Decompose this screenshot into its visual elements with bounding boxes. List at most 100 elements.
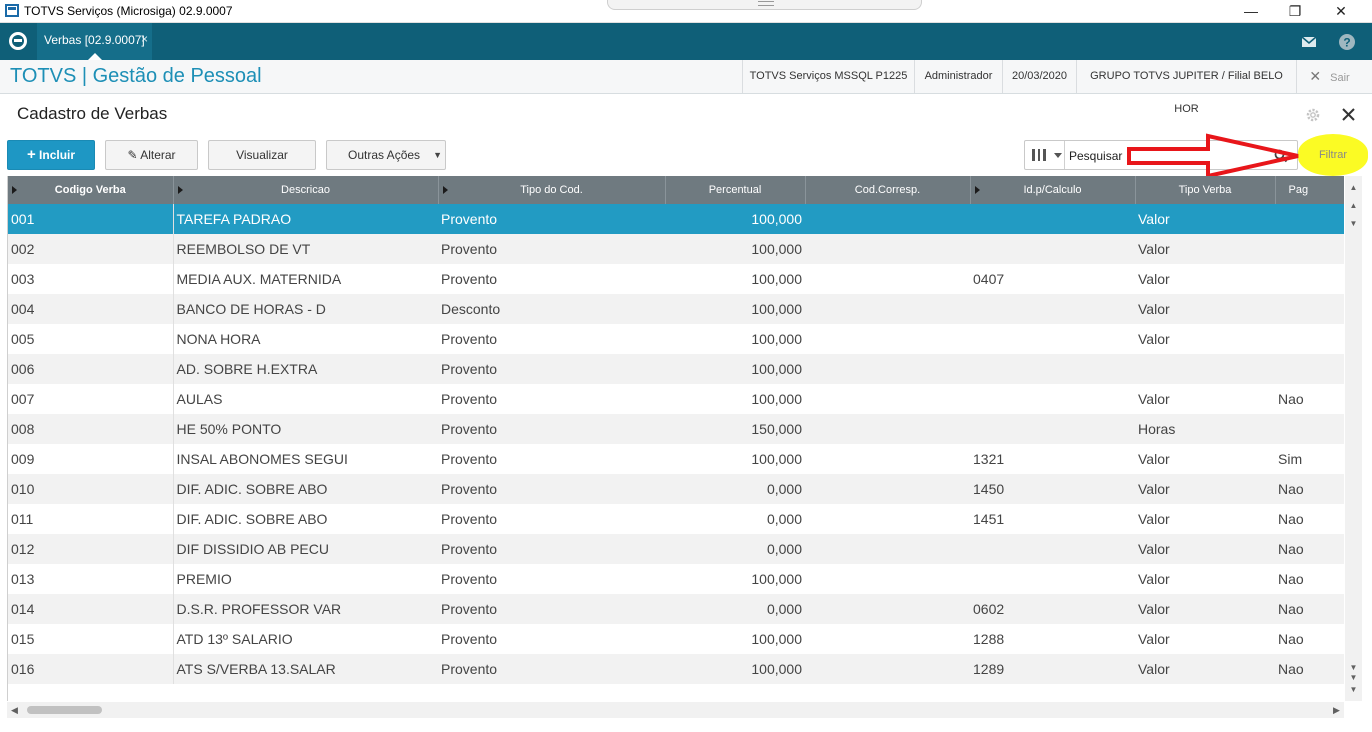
cell-tipo-cod: Provento	[438, 534, 665, 564]
column-header-pag[interactable]: Pag	[1275, 176, 1344, 204]
sort-arrow-icon	[442, 186, 448, 194]
environment-label: TOTVS Serviços MSSQL P1225	[742, 60, 914, 93]
table-row[interactable]: 007 AULAS Provento 100,000 Valor Nao	[8, 384, 1344, 414]
table-row[interactable]: 013 PREMIO Provento 100,000 Valor Nao	[8, 564, 1344, 594]
cell-tipo-cod: Provento	[438, 354, 665, 384]
svg-text:?: ?	[1343, 36, 1350, 50]
cell-codigo: 011	[8, 504, 174, 534]
cell-descricao: TAREFA PADRAO	[173, 204, 438, 234]
scroll-right-icon[interactable]: ▶	[1333, 705, 1340, 716]
table-row[interactable]: 009 INSAL ABONOMES SEGUI Provento 100,000 13…	[8, 444, 1344, 474]
table-row[interactable]: 014 D.S.R. PROFESSOR VAR Provento 0,000 0602…	[8, 594, 1344, 624]
cell-id-calculo	[970, 564, 1135, 594]
horizontal-scrollbar[interactable]: ◀ ▶	[7, 702, 1344, 718]
scroll-top-icon[interactable]: ▲	[1348, 182, 1359, 193]
cell-pag: Sim	[1275, 444, 1344, 474]
cell-tipo-verba: Valor	[1135, 654, 1275, 684]
cell-descricao: D.S.R. PROFESSOR VAR	[173, 594, 438, 624]
column-header-tipo-cod[interactable]: Tipo do Cod.	[438, 176, 666, 204]
table-row[interactable]: 005 NONA HORA Provento 100,000 Valor	[8, 324, 1344, 354]
column-header-tipo-verba[interactable]: Tipo Verba	[1135, 176, 1276, 204]
cell-descricao: MEDIA AUX. MATERNIDA	[173, 264, 438, 294]
cell-tipo-verba: Valor	[1135, 384, 1275, 414]
column-header-cod-corresp[interactable]: Cod.Corresp.	[805, 176, 971, 204]
scroll-down-icon[interactable]: ▼	[1348, 218, 1359, 229]
exit-button[interactable]: ✕ Sair	[1296, 60, 1362, 93]
table-row[interactable]: 006 AD. SOBRE H.EXTRA Provento 100,000	[8, 354, 1344, 384]
table-row[interactable]: 011 DIF. ADIC. SOBRE ABO Provento 0,000 1451…	[8, 504, 1344, 534]
table-row[interactable]: 008 HE 50% PONTO Provento 150,000 Horas	[8, 414, 1344, 444]
scroll-down-icon[interactable]: ▼	[1348, 672, 1359, 683]
cell-cod-corresp	[805, 234, 970, 264]
cell-pag: Nao	[1275, 594, 1344, 624]
cell-percentual: 100,000	[665, 324, 805, 354]
column-header-codigo[interactable]: Codigo Verba	[8, 176, 174, 204]
minimize-button[interactable]: —	[1228, 0, 1274, 22]
cell-percentual: 0,000	[665, 534, 805, 564]
cell-tipo-verba: Valor	[1135, 444, 1275, 474]
tab-close-icon[interactable]: ×	[141, 32, 148, 46]
cell-descricao: ATD 13º SALARIO	[173, 624, 438, 654]
tab-verbas[interactable]: Verbas [02.9.0007] ×	[37, 23, 152, 60]
table-row[interactable]: 015 ATD 13º SALARIO Provento 100,000 1288 Val…	[8, 624, 1344, 654]
cell-id-calculo	[970, 384, 1135, 414]
cell-codigo: 010	[8, 474, 174, 504]
vertical-scrollbar[interactable]: ▲ ▲ ▼ ▼ ▼ ▼	[1345, 176, 1362, 701]
gear-icon[interactable]	[1305, 107, 1321, 123]
user-label: Administrador	[914, 60, 1002, 93]
column-header-descricao[interactable]: Descricao	[173, 176, 439, 204]
help-icon[interactable]: ?	[1337, 32, 1357, 52]
cell-percentual: 100,000	[665, 264, 805, 294]
cell-cod-corresp	[805, 654, 970, 684]
close-icon: ✕	[1309, 68, 1322, 84]
table-row[interactable]: 004 BANCO DE HORAS - D Desconto 100,000 Valo…	[8, 294, 1344, 324]
visualizar-button[interactable]: Visualizar	[208, 140, 316, 170]
totvs-logo-icon[interactable]	[9, 32, 27, 50]
cell-descricao: ATS S/VERBA 13.SALAR	[173, 654, 438, 684]
scroll-up-icon[interactable]: ▲	[1348, 200, 1359, 211]
incluir-button[interactable]: + Incluir	[7, 140, 95, 170]
cell-tipo-cod: Provento	[438, 474, 665, 504]
red-arrow-annotation	[1127, 133, 1299, 179]
horizontal-scroll-thumb[interactable]	[27, 706, 102, 714]
cell-codigo: 004	[8, 294, 174, 324]
window-grip-handle[interactable]	[607, 0, 922, 10]
filtrar-button[interactable]: Filtrar	[1298, 134, 1368, 176]
outras-acoes-button[interactable]: Outras Ações ▼	[326, 140, 446, 170]
cell-cod-corresp	[805, 204, 970, 234]
column-header-id-calculo[interactable]: Id.p/Calculo	[970, 176, 1136, 204]
table-row[interactable]: 003 MEDIA AUX. MATERNIDA Provento 100,000 04…	[8, 264, 1344, 294]
close-page-icon[interactable]	[1341, 107, 1356, 122]
cell-cod-corresp	[805, 444, 970, 474]
verbas-table: Codigo Verba Descricao Tipo do Cod. Perc…	[8, 176, 1344, 684]
scroll-bottom-icon[interactable]: ▼	[1348, 684, 1359, 695]
cell-cod-corresp	[805, 594, 970, 624]
cell-pag	[1275, 294, 1344, 324]
cell-descricao: DIF DISSIDIO AB PECU	[173, 534, 438, 564]
incluir-label: Incluir	[39, 148, 76, 162]
cell-percentual: 150,000	[665, 414, 805, 444]
cell-id-calculo: 1321	[970, 444, 1135, 474]
column-header-percentual[interactable]: Percentual	[665, 176, 806, 204]
pencil-icon: ✎	[127, 148, 138, 162]
cell-pag	[1275, 204, 1344, 234]
table-row[interactable]: 002 REEMBOLSO DE VT Provento 100,000 Valor	[8, 234, 1344, 264]
cell-codigo: 012	[8, 534, 174, 564]
maximize-button[interactable]: ❐	[1272, 0, 1318, 22]
table-row[interactable]: 010 DIF. ADIC. SOBRE ABO Provento 0,000 1450…	[8, 474, 1344, 504]
cell-pag	[1275, 354, 1344, 384]
table-row[interactable]: 016 ATS S/VERBA 13.SALAR Provento 100,000 12…	[8, 654, 1344, 684]
cell-descricao: AULAS	[173, 384, 438, 414]
table-row[interactable]: 012 DIF DISSIDIO AB PECU Provento 0,000 Valo…	[8, 534, 1344, 564]
cell-cod-corresp	[805, 414, 970, 444]
scroll-left-icon[interactable]: ◀	[11, 705, 18, 716]
cell-tipo-verba: Valor	[1135, 204, 1275, 234]
column-selector-button[interactable]	[1025, 141, 1065, 169]
cell-codigo: 007	[8, 384, 174, 414]
cell-id-calculo	[970, 294, 1135, 324]
mail-icon[interactable]	[1299, 32, 1319, 52]
cell-pag	[1275, 324, 1344, 354]
table-row[interactable]: 001 TAREFA PADRAO Provento 100,000 Valor	[8, 204, 1344, 234]
close-window-button[interactable]: ✕	[1318, 0, 1364, 22]
alterar-button[interactable]: ✎ Alterar	[105, 140, 198, 170]
